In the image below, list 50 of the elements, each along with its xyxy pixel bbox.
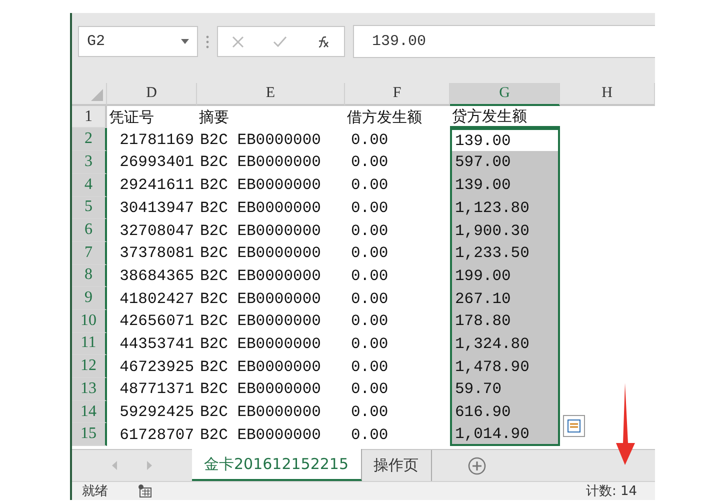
macro-record-icon[interactable]: [138, 484, 152, 498]
quick-analysis-icon[interactable]: [563, 415, 585, 437]
header-cell-text: 借方发生额: [346, 106, 423, 128]
header-cell-text: 凭证号: [108, 106, 155, 128]
count-summary: 计数: 14: [586, 483, 637, 500]
row-header[interactable]: 11: [72, 332, 107, 356]
header-cell-text: 摘要: [198, 106, 230, 128]
dropdown-icon[interactable]: [181, 39, 189, 44]
name-box[interactable]: G2: [78, 26, 198, 58]
row-header[interactable]: 3: [72, 151, 107, 174]
row-header[interactable]: 9: [72, 287, 107, 310]
grip-icon: [206, 34, 209, 49]
column-header[interactable]: G: [450, 83, 560, 106]
row-header[interactable]: 15: [72, 423, 107, 446]
table-cell: 1,324.80: [450, 332, 560, 356]
table-cell: 199.00: [450, 264, 560, 288]
row-header[interactable]: 5: [72, 196, 107, 220]
row-header[interactable]: 14: [72, 400, 107, 424]
row-header[interactable]: 2: [72, 128, 107, 152]
table-cell: 1,014.90: [450, 423, 560, 446]
table-cell: 1,233.50: [450, 242, 560, 265]
column-header[interactable]: D: [107, 83, 197, 106]
sheet-tab[interactable]: 金卡201612152215: [192, 449, 362, 481]
row-header[interactable]: 6: [72, 219, 107, 242]
row-header[interactable]: 13: [72, 378, 107, 401]
column-header[interactable]: E: [197, 83, 345, 106]
table-cell: 597.00: [450, 151, 560, 174]
row-header[interactable]: 1: [72, 106, 107, 128]
column-header[interactable]: F: [345, 83, 450, 106]
table-cell: 1,900.30: [450, 219, 560, 242]
row-header[interactable]: 7: [72, 242, 107, 265]
add-sheet-icon[interactable]: [468, 456, 486, 475]
table-cell: 1,478.90: [450, 355, 560, 378]
ready-status: 就绪: [82, 483, 108, 500]
row-header[interactable]: 12: [72, 355, 107, 378]
table-cell: 59.70: [450, 378, 560, 401]
formula-field[interactable]: 139.00: [353, 25, 655, 58]
table-cell: 178.80: [450, 310, 560, 333]
cancel-icon[interactable]: [232, 36, 244, 48]
cell-reference: G2: [87, 33, 106, 50]
confirm-icon[interactable]: [272, 36, 287, 48]
table-cell: 139.00: [450, 128, 560, 152]
row-header[interactable]: 8: [72, 264, 107, 288]
table-cell: 1,123.80: [450, 196, 560, 220]
row-header[interactable]: 10: [72, 310, 107, 333]
column-header[interactable]: H: [560, 83, 655, 106]
table-cell: 267.10: [450, 287, 560, 310]
table-cell: 616.90: [450, 400, 560, 424]
row-header[interactable]: 4: [72, 174, 107, 196]
table-cell: 139.00: [450, 174, 560, 196]
